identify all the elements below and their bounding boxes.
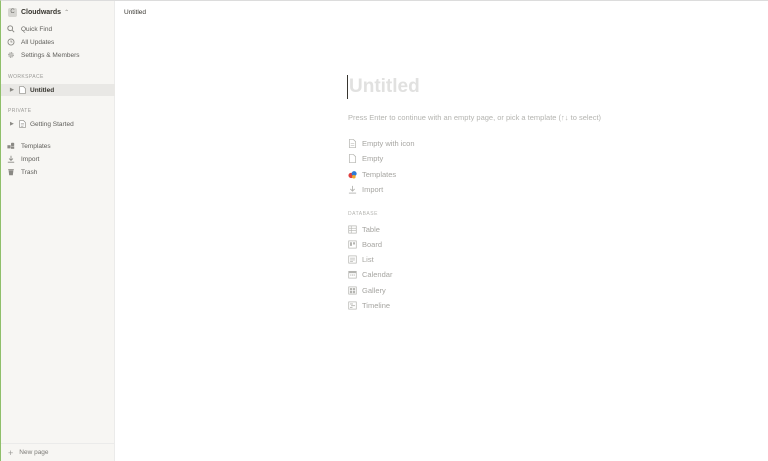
nav-settings-members[interactable]: Settings & Members	[7, 49, 111, 61]
section-workspace: WORKSPACE	[8, 74, 44, 80]
import-icon	[7, 155, 15, 163]
option-import[interactable]: Import	[348, 183, 383, 195]
topbar: Untitled	[115, 1, 768, 23]
page-icon	[348, 153, 357, 163]
sidebar: C Cloudwards ⌃ Quick Find All Updates Se…	[1, 1, 115, 461]
import-icon	[348, 185, 357, 194]
option-label: Calendar	[362, 269, 393, 279]
db-option-gallery[interactable]: Gallery	[348, 284, 386, 296]
nav-label: Templates	[21, 142, 51, 150]
trash-icon	[8, 169, 14, 176]
db-option-board[interactable]: Board	[348, 238, 382, 250]
nav-label: Import	[21, 155, 40, 163]
nav-templates[interactable]: Templates	[7, 140, 111, 152]
option-empty[interactable]: Empty	[348, 152, 383, 164]
db-option-timeline[interactable]: Timeline	[348, 299, 390, 311]
nav-label: Settings & Members	[21, 51, 80, 59]
workspace-avatar: C	[8, 8, 17, 17]
option-label: List	[362, 254, 374, 264]
option-label: Import	[362, 184, 384, 194]
new-page-label: New page	[19, 449, 49, 456]
app-window: C Cloudwards ⌃ Quick Find All Updates Se…	[0, 0, 768, 461]
section-private: PRIVATE	[8, 108, 32, 114]
workspace-switcher[interactable]: C Cloudwards ⌃	[8, 6, 69, 19]
nav-label: Quick Find	[21, 25, 53, 33]
nav-trash[interactable]: Trash	[7, 166, 111, 178]
option-label: Gallery	[362, 285, 386, 295]
page-icon	[19, 86, 26, 94]
page-with-icon-icon	[348, 138, 357, 148]
templates-icon	[7, 142, 15, 149]
db-option-calendar[interactable]: Calendar	[348, 268, 392, 280]
page-title-input[interactable]: Untitled	[347, 75, 420, 99]
templates-color-icon	[348, 170, 357, 179]
nav-label: Trash	[21, 168, 38, 176]
chevron-updown-icon: ⌃	[64, 10, 70, 16]
page-text-icon	[19, 120, 26, 128]
toggle-arrow-icon[interactable]: ▶	[10, 87, 17, 93]
database-section-label: DATABASE	[348, 211, 378, 217]
option-label: Empty with icon	[362, 138, 415, 148]
nav-label: All Updates	[21, 38, 55, 46]
toggle-arrow-icon[interactable]: ▶	[10, 121, 17, 127]
clock-icon	[7, 38, 15, 46]
gear-icon	[8, 52, 14, 58]
new-page-button[interactable]: + New page	[1, 443, 115, 461]
plus-icon: +	[8, 447, 14, 458]
option-templates[interactable]: Templates	[348, 168, 396, 180]
table-icon	[348, 225, 357, 233]
sidebar-page-untitled[interactable]: ▶ Untitled	[1, 84, 115, 96]
option-label: Empty	[362, 153, 384, 163]
option-label: Templates	[362, 169, 397, 179]
sidebar-page-getting-started[interactable]: ▶ Getting Started	[1, 118, 115, 130]
nav-quick-find[interactable]: Quick Find	[7, 23, 111, 35]
page-label: Untitled	[30, 86, 55, 94]
workspace-name: Cloudwards	[21, 9, 62, 16]
db-option-list[interactable]: List	[348, 253, 374, 265]
db-option-table[interactable]: Table	[348, 223, 380, 235]
board-icon	[348, 240, 357, 248]
option-empty-with-icon[interactable]: Empty with icon	[348, 137, 415, 149]
timeline-icon	[348, 301, 357, 309]
gallery-icon	[348, 286, 357, 294]
nav-all-updates[interactable]: All Updates	[7, 36, 111, 48]
option-label: Board	[362, 239, 383, 249]
empty-page-hint: Press Enter to continue with an empty pa…	[348, 113, 602, 122]
calendar-icon	[348, 270, 357, 278]
option-label: Table	[362, 224, 380, 234]
option-label: Timeline	[362, 300, 391, 310]
page-label: Getting Started	[30, 120, 74, 128]
nav-import[interactable]: Import	[7, 153, 111, 165]
breadcrumb[interactable]: Untitled	[124, 9, 146, 16]
list-icon	[348, 255, 357, 263]
search-icon	[7, 25, 15, 33]
